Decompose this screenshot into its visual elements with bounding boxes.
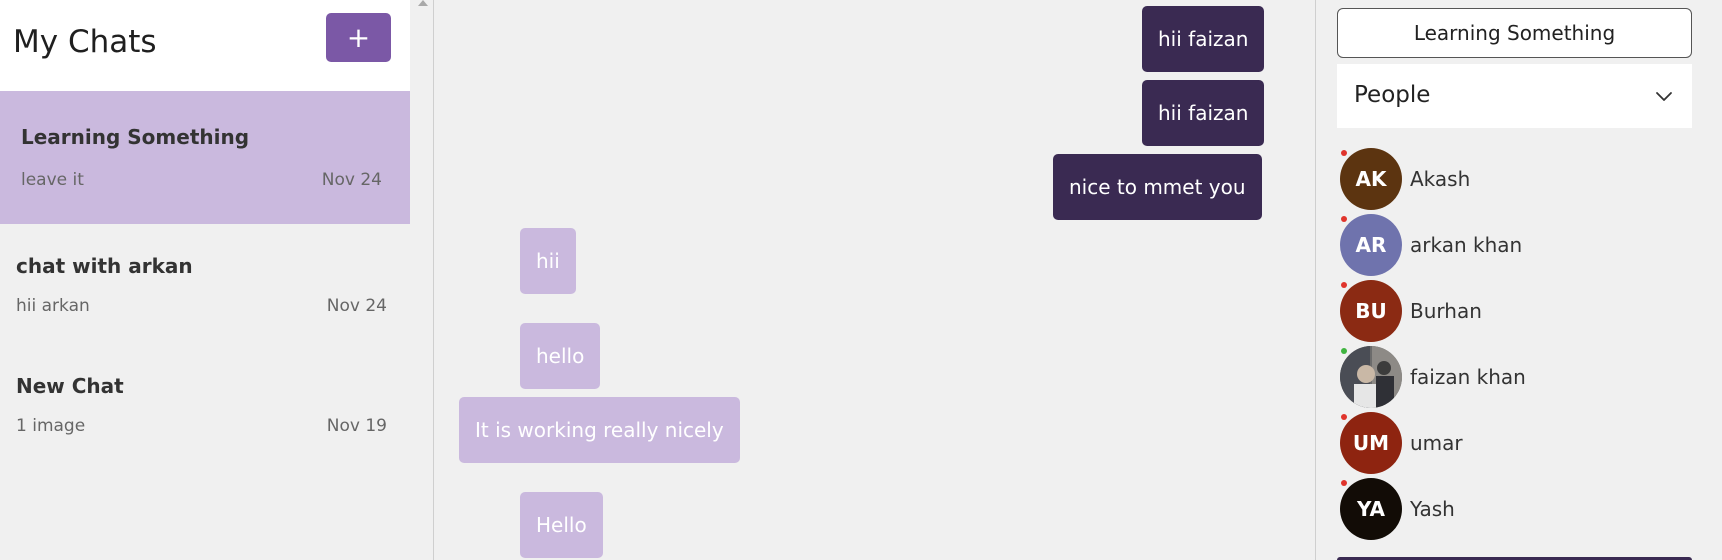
member-name: arkan khan [1410, 233, 1523, 257]
member-name: Yash [1410, 497, 1455, 521]
chat-item-date: Nov 19 [326, 416, 387, 436]
avatar: YA [1340, 478, 1402, 540]
status-offline-dot [1341, 480, 1347, 486]
avatar: BU [1340, 280, 1402, 342]
member-item-burhan[interactable]: BU Burhan [1340, 280, 1680, 342]
status-offline-dot [1341, 150, 1347, 156]
chat-list-sidebar: My Chats + Learning Something leave it N… [0, 0, 410, 560]
chat-item-last-message: leave it [21, 170, 84, 190]
plus-icon: + [346, 20, 371, 54]
status-offline-dot [1341, 282, 1347, 288]
member-name: Burhan [1410, 299, 1482, 323]
member-item-akash[interactable]: AK Akash [1340, 148, 1680, 210]
chat-item-last-message: hii arkan [16, 296, 90, 316]
sidebar-title: My Chats [13, 24, 157, 60]
avatar: AR [1340, 214, 1402, 276]
status-offline-dot [1341, 216, 1347, 222]
message-bubble-received: hii [520, 228, 576, 294]
message-bubble-received: Hello [520, 492, 603, 558]
status-offline-dot [1341, 414, 1347, 420]
group-name-field[interactable]: Learning Something [1337, 8, 1692, 58]
chat-item-name: New Chat [16, 374, 124, 398]
avatar: UM [1340, 412, 1402, 474]
message-bubble-received: It is working really nicely [459, 397, 740, 463]
new-chat-button[interactable]: + [326, 13, 391, 62]
avatar-photo [1340, 346, 1402, 408]
scroll-up-arrow-icon[interactable] [418, 0, 428, 6]
chat-item-name: chat with arkan [16, 254, 193, 278]
message-area: hii faizan hii faizan nice to mmet you h… [434, 0, 1315, 560]
chat-item-date: Nov 24 [326, 296, 387, 316]
chevron-down-icon [1656, 92, 1672, 101]
message-bubble-sent: nice to mmet you [1053, 154, 1262, 220]
chat-item-chat-with-arkan[interactable]: chat with arkan hii arkan Nov 24 [0, 224, 410, 344]
member-item-faizan-khan[interactable]: faizan khan [1340, 346, 1680, 408]
chat-item-name: Learning Something [21, 125, 250, 149]
chat-item-new-chat[interactable]: New Chat 1 image Nov 19 [0, 344, 410, 464]
member-name: umar [1410, 431, 1463, 455]
message-bubble-sent: hii faizan [1142, 6, 1265, 72]
status-online-dot [1341, 348, 1347, 354]
member-name: Akash [1410, 167, 1471, 191]
chat-item-last-message: 1 image [16, 416, 86, 436]
avatar: AK [1340, 148, 1402, 210]
user-photo-icon [1340, 346, 1402, 408]
people-label: People [1354, 82, 1431, 108]
group-details-panel: Learning Something People AK Akash AR ar… [1316, 0, 1722, 560]
member-name: faizan khan [1410, 365, 1526, 389]
chat-item-date: Nov 24 [321, 170, 382, 190]
member-item-umar[interactable]: UM umar [1340, 412, 1680, 474]
member-item-yash[interactable]: YA Yash [1340, 478, 1680, 540]
message-bubble-received: hello [520, 323, 601, 389]
message-bubble-sent: hii faizan [1142, 80, 1265, 146]
sidebar-header: My Chats + [0, 0, 410, 91]
people-dropdown-toggle[interactable]: People [1337, 64, 1692, 128]
member-item-arkan-khan[interactable]: AR arkan khan [1340, 214, 1680, 276]
sidebar-scrollbar[interactable] [411, 0, 435, 560]
chat-item-learning-something[interactable]: Learning Something leave it Nov 24 [0, 91, 410, 224]
